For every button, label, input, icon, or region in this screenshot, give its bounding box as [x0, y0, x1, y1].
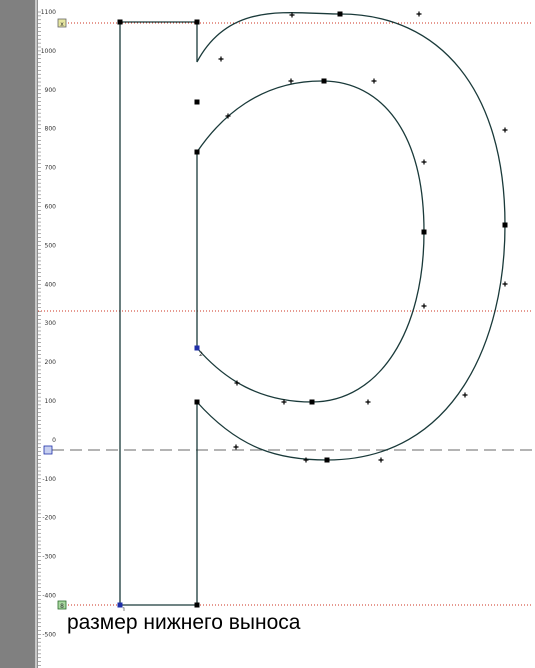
- ruler-ticks: 110010009008007006005004003002001000-100…: [38, 9, 56, 666]
- ruler-tick-label: -100: [42, 476, 56, 483]
- ruler-tick-label: 400: [45, 281, 57, 288]
- square-node-icon[interactable]: [321, 78, 327, 84]
- ruler-tick-label: -500: [42, 631, 56, 638]
- plus-handle-icon[interactable]: [288, 78, 294, 84]
- ruler-tick-label: -300: [42, 554, 56, 561]
- bottom-guide-marker[interactable]: 8: [57, 600, 67, 610]
- plus-handle-icon[interactable]: [502, 281, 508, 287]
- square-node-icon[interactable]: [337, 11, 343, 17]
- caption-descender-size: размер нижнего выноса: [65, 611, 303, 635]
- ruler-tick-label: 1100: [41, 9, 56, 16]
- ruler-tick-label: 0: [52, 437, 56, 444]
- square-node-icon[interactable]: [194, 602, 200, 608]
- ruler-tick-label: -200: [42, 515, 56, 522]
- ruler-tick-label: 600: [45, 204, 57, 211]
- top-guide-marker-label: x: [60, 21, 64, 28]
- selected-node-icon[interactable]: [194, 345, 200, 351]
- plus-handle-icon[interactable]: [462, 392, 468, 398]
- square-node-icon[interactable]: [194, 99, 200, 105]
- glyph-inner-contour[interactable]: [196, 80, 425, 403]
- bottom-guide-marker-label: 8: [60, 603, 64, 610]
- square-node-icon[interactable]: [194, 149, 200, 155]
- off-curve-handles: [218, 11, 508, 463]
- baseline-marker-icon[interactable]: [43, 445, 53, 455]
- ruler-tick-label: 500: [45, 242, 57, 249]
- square-node-icon[interactable]: [324, 457, 330, 463]
- plus-handle-icon[interactable]: [378, 457, 384, 463]
- square-node-icon[interactable]: [117, 19, 123, 25]
- plus-handle-icon[interactable]: [502, 127, 508, 133]
- ruler-tick-label: 100: [45, 398, 57, 405]
- plus-handle-icon[interactable]: [365, 399, 371, 405]
- plus-handle-icon[interactable]: [218, 56, 224, 62]
- plus-handle-icon[interactable]: [303, 457, 309, 463]
- plus-handle-icon[interactable]: [421, 159, 427, 165]
- square-node-icon[interactable]: [421, 229, 427, 235]
- on-curve-nodes: [117, 11, 508, 608]
- square-node-icon[interactable]: [194, 399, 200, 405]
- ruler-tick-label: 700: [45, 165, 57, 172]
- glyph-canvas[interactable]: 110010009008007006005004003002001000-100…: [0, 0, 535, 668]
- top-guide-marker[interactable]: x: [57, 18, 67, 28]
- ruler-tick-label: 1000: [41, 48, 56, 55]
- ruler-tick-label: 900: [45, 87, 57, 94]
- plus-handle-icon[interactable]: [421, 303, 427, 309]
- ruler-tick-label: 800: [45, 126, 57, 133]
- square-node-icon[interactable]: [194, 19, 200, 25]
- plus-handle-icon[interactable]: [416, 11, 422, 17]
- glyph-outer-contour[interactable]: [119, 12, 506, 606]
- ruler-tick-label: 200: [45, 359, 57, 366]
- ruler-tick-label: 300: [45, 320, 57, 327]
- plus-handle-icon[interactable]: [233, 444, 239, 450]
- square-node-icon[interactable]: [502, 222, 508, 228]
- ruler-tick-label: -400: [42, 593, 56, 600]
- square-node-icon[interactable]: [309, 399, 315, 405]
- plus-handle-icon[interactable]: [371, 78, 377, 84]
- node-label-2: 2: [199, 351, 203, 358]
